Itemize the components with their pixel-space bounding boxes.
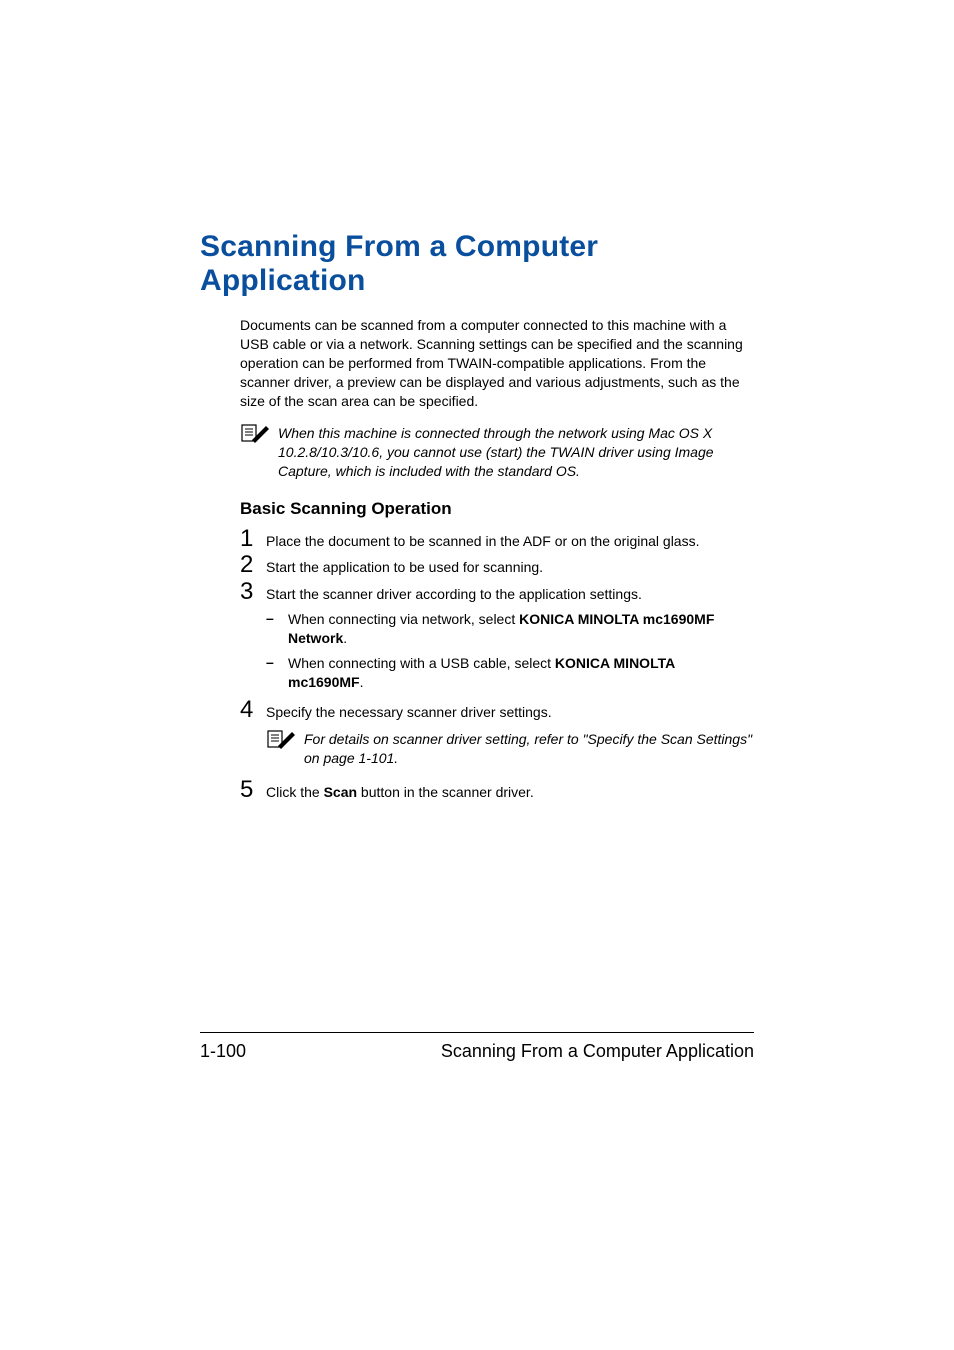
section-heading: Basic Scanning Operation [240, 499, 754, 519]
step-4-note-text: For details on scanner driver setting, r… [304, 730, 754, 768]
page-footer: 1-100 Scanning From a Computer Applicati… [200, 1032, 754, 1062]
bullet-post: . [343, 630, 347, 646]
intro-text: Documents can be scanned from a computer… [240, 316, 754, 410]
note-1-text: When this machine is connected through t… [278, 424, 754, 481]
bullet-text: When connecting with a USB cable, select… [288, 654, 754, 692]
step-text: Start the application to be used for sca… [266, 557, 754, 577]
step-num: 1 [240, 527, 266, 551]
page-number: 1-100 [200, 1041, 246, 1062]
intro-block: Documents can be scanned from a computer… [240, 316, 754, 802]
step-1: 1 Place the document to be scanned in th… [240, 527, 754, 551]
step-text: Place the document to be scanned in the … [266, 531, 754, 551]
dash-icon: – [266, 654, 288, 670]
note-1: When this machine is connected through t… [240, 424, 754, 481]
page: Scanning From a Computer Application Doc… [0, 0, 954, 1350]
step-4-note: For details on scanner driver setting, r… [266, 730, 754, 768]
step-num: 3 [240, 580, 266, 604]
dash-icon: – [266, 610, 288, 626]
footer-title: Scanning From a Computer Application [441, 1041, 754, 1062]
step-5: 5 Click the Scan button in the scanner d… [240, 778, 754, 802]
bullet-post: . [360, 674, 364, 690]
step-3-bullet-2: – When connecting with a USB cable, sele… [266, 654, 754, 692]
step-5-pre: Click the [266, 784, 324, 800]
bullet-pre: When connecting via network, select [288, 611, 519, 627]
step-num: 2 [240, 553, 266, 577]
step-2: 2 Start the application to be used for s… [240, 553, 754, 577]
step-3: 3 Start the scanner driver according to … [240, 580, 754, 604]
step-5-post: button in the scanner driver. [357, 784, 534, 800]
step-num: 5 [240, 778, 266, 802]
step-text: Click the Scan button in the scanner dri… [266, 782, 754, 802]
step-text: Start the scanner driver according to th… [266, 584, 754, 604]
step-num: 4 [240, 698, 266, 722]
bullet-text: When connecting via network, select KONI… [288, 610, 754, 648]
step-3-bullet-1: – When connecting via network, select KO… [266, 610, 754, 648]
step-text: Specify the necessary scanner driver set… [266, 702, 754, 722]
step-4: 4 Specify the necessary scanner driver s… [240, 698, 754, 722]
note-icon [240, 422, 270, 444]
note-icon [266, 728, 296, 750]
step-5-bold: Scan [324, 784, 357, 800]
bullet-pre: When connecting with a USB cable, select [288, 655, 555, 671]
page-title: Scanning From a Computer Application [200, 230, 754, 298]
steps-list: 1 Place the document to be scanned in th… [240, 527, 754, 802]
